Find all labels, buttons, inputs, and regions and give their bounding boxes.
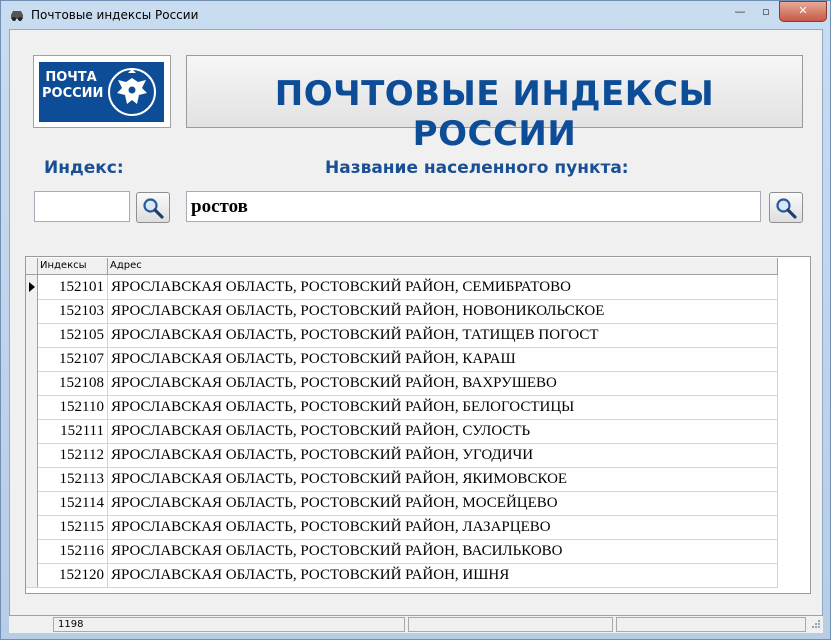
- grid-header: Индексы Адрес: [26, 258, 778, 275]
- cell-address[interactable]: ЯРОСЛАВСКАЯ ОБЛАСТЬ, РОСТОВСКИЙ РАЙОН, Б…: [108, 395, 778, 419]
- cell-address[interactable]: ЯРОСЛАВСКАЯ ОБЛАСТЬ, РОСТОВСКИЙ РАЙОН, У…: [108, 443, 778, 467]
- row-indicator[interactable]: [26, 347, 38, 371]
- cell-index[interactable]: 152112: [38, 443, 108, 467]
- index-label: Индекс:: [44, 158, 124, 178]
- index-input[interactable]: [34, 191, 130, 222]
- row-indicator[interactable]: [26, 467, 38, 491]
- record-count: 1198: [53, 617, 405, 632]
- table-row[interactable]: 152108 ЯРОСЛАВСКАЯ ОБЛАСТЬ, РОСТОВСКИЙ РА…: [26, 371, 778, 396]
- row-indicator[interactable]: [26, 443, 38, 467]
- cell-index[interactable]: 152116: [38, 539, 108, 563]
- table-row[interactable]: 152114 ЯРОСЛАВСКАЯ ОБЛАСТЬ, РОСТОВСКИЙ РА…: [26, 491, 778, 516]
- cell-index[interactable]: 152107: [38, 347, 108, 371]
- row-indicator[interactable]: [26, 371, 38, 395]
- logo-background: ПОЧТА РОССИИ: [39, 62, 164, 122]
- cell-index[interactable]: 152101: [38, 275, 108, 299]
- close-button[interactable]: ✕: [779, 1, 827, 22]
- cell-index[interactable]: 152115: [38, 515, 108, 539]
- cell-index[interactable]: 152114: [38, 491, 108, 515]
- cell-address[interactable]: ЯРОСЛАВСКАЯ ОБЛАСТЬ, РОСТОВСКИЙ РАЙОН, М…: [108, 491, 778, 515]
- table-row[interactable]: 152105 ЯРОСЛАВСКАЯ ОБЛАСТЬ, РОСТОВСКИЙ РА…: [26, 323, 778, 348]
- table-row[interactable]: 152101 ЯРОСЛАВСКАЯ ОБЛАСТЬ, РОСТОВСКИЙ РА…: [26, 275, 778, 300]
- results-grid[interactable]: Индексы Адрес 152101 ЯРОСЛАВСКАЯ ОБЛАСТЬ,…: [25, 256, 811, 594]
- row-indicator[interactable]: [26, 515, 38, 539]
- cell-index[interactable]: 152111: [38, 419, 108, 443]
- table-row[interactable]: 152107 ЯРОСЛАВСКАЯ ОБЛАСТЬ, РОСТОВСКИЙ РА…: [26, 347, 778, 372]
- cell-index[interactable]: 152113: [38, 467, 108, 491]
- logo-line-2: РОССИИ: [42, 86, 104, 101]
- table-row[interactable]: 152110 ЯРОСЛАВСКАЯ ОБЛАСТЬ, РОСТОВСКИЙ РА…: [26, 395, 778, 420]
- table-row[interactable]: 152120 ЯРОСЛАВСКАЯ ОБЛАСТЬ, РОСТОВСКИЙ РА…: [26, 563, 778, 588]
- cell-address[interactable]: ЯРОСЛАВСКАЯ ОБЛАСТЬ, РОСТОВСКИЙ РАЙОН, К…: [108, 347, 778, 371]
- cell-address[interactable]: ЯРОСЛАВСКАЯ ОБЛАСТЬ, РОСТОВСКИЙ РАЙОН, С…: [108, 419, 778, 443]
- cell-address[interactable]: ЯРОСЛАВСКАЯ ОБЛАСТЬ, РОСТОВСКИЙ РАЙОН, В…: [108, 371, 778, 395]
- magnifier-icon: [143, 198, 164, 219]
- status-bar: 1198: [9, 615, 823, 633]
- header-indicator-cell: [26, 258, 38, 274]
- table-row[interactable]: 152116 ЯРОСЛАВСКАЯ ОБЛАСТЬ, РОСТОВСКИЙ РА…: [26, 539, 778, 564]
- search-by-index-button[interactable]: [136, 192, 170, 223]
- row-indicator[interactable]: [26, 323, 38, 347]
- banner-title: ПОЧТОВЫЕ ИНДЕКСЫ РОССИИ: [274, 74, 715, 154]
- table-row[interactable]: 152103 ЯРОСЛАВСКАЯ ОБЛАСТЬ, РОСТОВСКИЙ РА…: [26, 299, 778, 324]
- status-panel-3: [616, 617, 806, 632]
- car-icon: [11, 11, 23, 21]
- cell-address[interactable]: ЯРОСЛАВСКАЯ ОБЛАСТЬ, РОСТОВСКИЙ РАЙОН, Т…: [108, 323, 778, 347]
- minimize-button[interactable]: —: [727, 3, 753, 21]
- place-name-label: Название населенного пункта:: [325, 158, 629, 178]
- cell-address[interactable]: ЯРОСЛАВСКАЯ ОБЛАСТЬ, РОСТОВСКИЙ РАЙОН, Л…: [108, 515, 778, 539]
- title-bar[interactable]: Почтовые индексы России — ▫ ✕: [1, 1, 830, 29]
- russian-post-logo: ПОЧТА РОССИИ: [33, 55, 171, 128]
- table-row[interactable]: 152115 ЯРОСЛАВСКАЯ ОБЛАСТЬ, РОСТОВСКИЙ РА…: [26, 515, 778, 540]
- cell-address[interactable]: ЯРОСЛАВСКАЯ ОБЛАСТЬ, РОСТОВСКИЙ РАЙОН, Я…: [108, 467, 778, 491]
- row-indicator[interactable]: [26, 419, 38, 443]
- cell-index[interactable]: 152105: [38, 323, 108, 347]
- header-banner: ПОЧТОВЫЕ ИНДЕКСЫ РОССИИ: [186, 55, 803, 154]
- maximize-button[interactable]: ▫: [753, 3, 779, 21]
- logo-text: ПОЧТА РОССИИ: [42, 70, 104, 102]
- column-header-address[interactable]: Адрес: [108, 258, 778, 274]
- resize-grip-icon[interactable]: [809, 618, 821, 631]
- app-window: Почтовые индексы России — ▫ ✕ ПОЧТА РОСС…: [0, 0, 831, 640]
- table-row[interactable]: 152112 ЯРОСЛАВСКАЯ ОБЛАСТЬ, РОСТОВСКИЙ РА…: [26, 443, 778, 468]
- status-panel-2: [408, 617, 613, 632]
- logo-line-1: ПОЧТА: [45, 70, 97, 85]
- table-row[interactable]: 152111 ЯРОСЛАВСКАЯ ОБЛАСТЬ, РОСТОВСКИЙ РА…: [26, 419, 778, 444]
- place-name-input[interactable]: [186, 191, 761, 222]
- row-indicator[interactable]: [26, 395, 38, 419]
- magnifier-icon: [776, 198, 797, 219]
- cell-address[interactable]: ЯРОСЛАВСКАЯ ОБЛАСТЬ, РОСТОВСКИЙ РАЙОН, Н…: [108, 299, 778, 323]
- cell-index[interactable]: 152120: [38, 563, 108, 587]
- row-indicator[interactable]: [26, 491, 38, 515]
- main-panel: ПОЧТА РОССИИ ПОЧТОВЫЕ ИНДЕКСЫ РОССИИ Инд…: [9, 29, 823, 633]
- cell-address[interactable]: ЯРОСЛАВСКАЯ ОБЛАСТЬ, РОСТОВСКИЙ РАЙОН, С…: [108, 275, 778, 299]
- row-indicator[interactable]: [26, 539, 38, 563]
- table-row[interactable]: 152113 ЯРОСЛАВСКАЯ ОБЛАСТЬ, РОСТОВСКИЙ РА…: [26, 467, 778, 492]
- cell-index[interactable]: 152108: [38, 371, 108, 395]
- row-indicator[interactable]: [26, 563, 38, 587]
- window-title: Почтовые индексы России: [31, 8, 199, 22]
- eagle-emblem-icon: [108, 68, 156, 116]
- search-by-name-button[interactable]: [769, 192, 803, 223]
- row-indicator[interactable]: [26, 275, 38, 299]
- cell-address[interactable]: ЯРОСЛАВСКАЯ ОБЛАСТЬ, РОСТОВСКИЙ РАЙОН, В…: [108, 539, 778, 563]
- cell-index[interactable]: 152103: [38, 299, 108, 323]
- current-row-arrow-icon: [29, 282, 35, 292]
- row-indicator[interactable]: [26, 299, 38, 323]
- cell-index[interactable]: 152110: [38, 395, 108, 419]
- column-header-index[interactable]: Индексы: [38, 258, 108, 274]
- cell-address[interactable]: ЯРОСЛАВСКАЯ ОБЛАСТЬ, РОСТОВСКИЙ РАЙОН, И…: [108, 563, 778, 587]
